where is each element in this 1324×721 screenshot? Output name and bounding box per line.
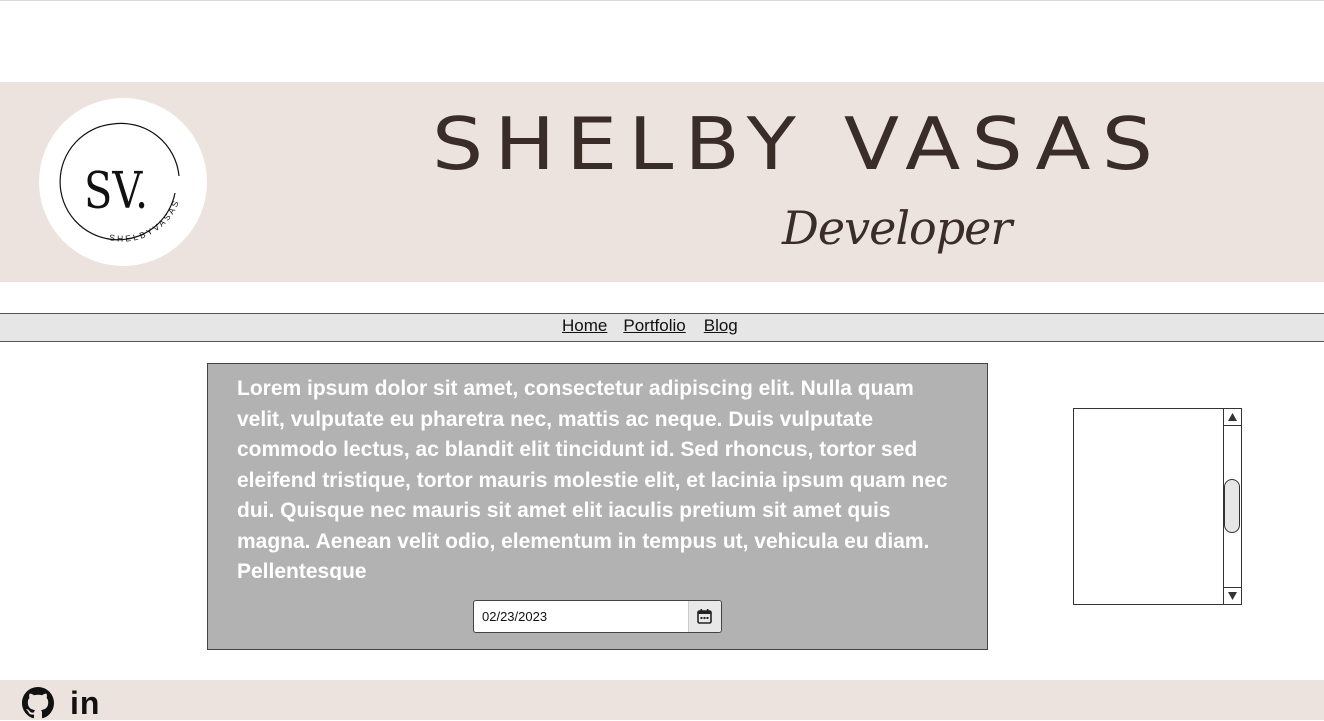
nav-link-blog[interactable]: Blog — [704, 316, 738, 335]
vertical-scrollbar[interactable] — [1223, 409, 1241, 604]
nav-link-home[interactable]: Home — [562, 316, 607, 335]
top-border — [0, 0, 1324, 1]
date-value[interactable]: 02/23/2023 — [482, 609, 547, 624]
site-header: SV. SHELBYVASAS SHELBY VASAS Developer — [0, 82, 1324, 282]
logo-mark: SV. SHELBYVASAS — [59, 122, 180, 244]
date-picker-button[interactable] — [688, 601, 721, 632]
nav-links: Home Portfolio Blog — [562, 316, 754, 336]
triangle-down-icon — [1228, 592, 1237, 600]
date-field[interactable]: 02/23/2023 — [473, 600, 722, 633]
site-footer: in — [0, 680, 1324, 721]
triangle-up-icon — [1228, 413, 1237, 421]
nav-link-portfolio[interactable]: Portfolio — [623, 316, 685, 335]
scroll-down-button[interactable] — [1224, 587, 1241, 604]
calendar-icon — [697, 609, 712, 624]
scroll-up-button[interactable] — [1224, 409, 1241, 426]
site-title: SHELBY VASAS — [432, 102, 1165, 186]
logo[interactable]: SV. SHELBYVASAS — [39, 98, 207, 266]
linkedin-icon[interactable]: in — [70, 685, 100, 721]
scroll-thumb[interactable] — [1224, 479, 1240, 533]
logo-initials: SV. — [84, 161, 148, 220]
content-panel: Lorem ipsum dolor sit amet, consectetur … — [207, 363, 988, 650]
main-nav: Home Portfolio Blog — [0, 313, 1324, 342]
side-scroll-panel[interactable] — [1073, 408, 1242, 605]
github-icon[interactable] — [22, 687, 54, 719]
body-text[interactable]: Lorem ipsum dolor sit amet, consectetur … — [237, 374, 967, 580]
site-subtitle: Developer — [782, 201, 1012, 255]
